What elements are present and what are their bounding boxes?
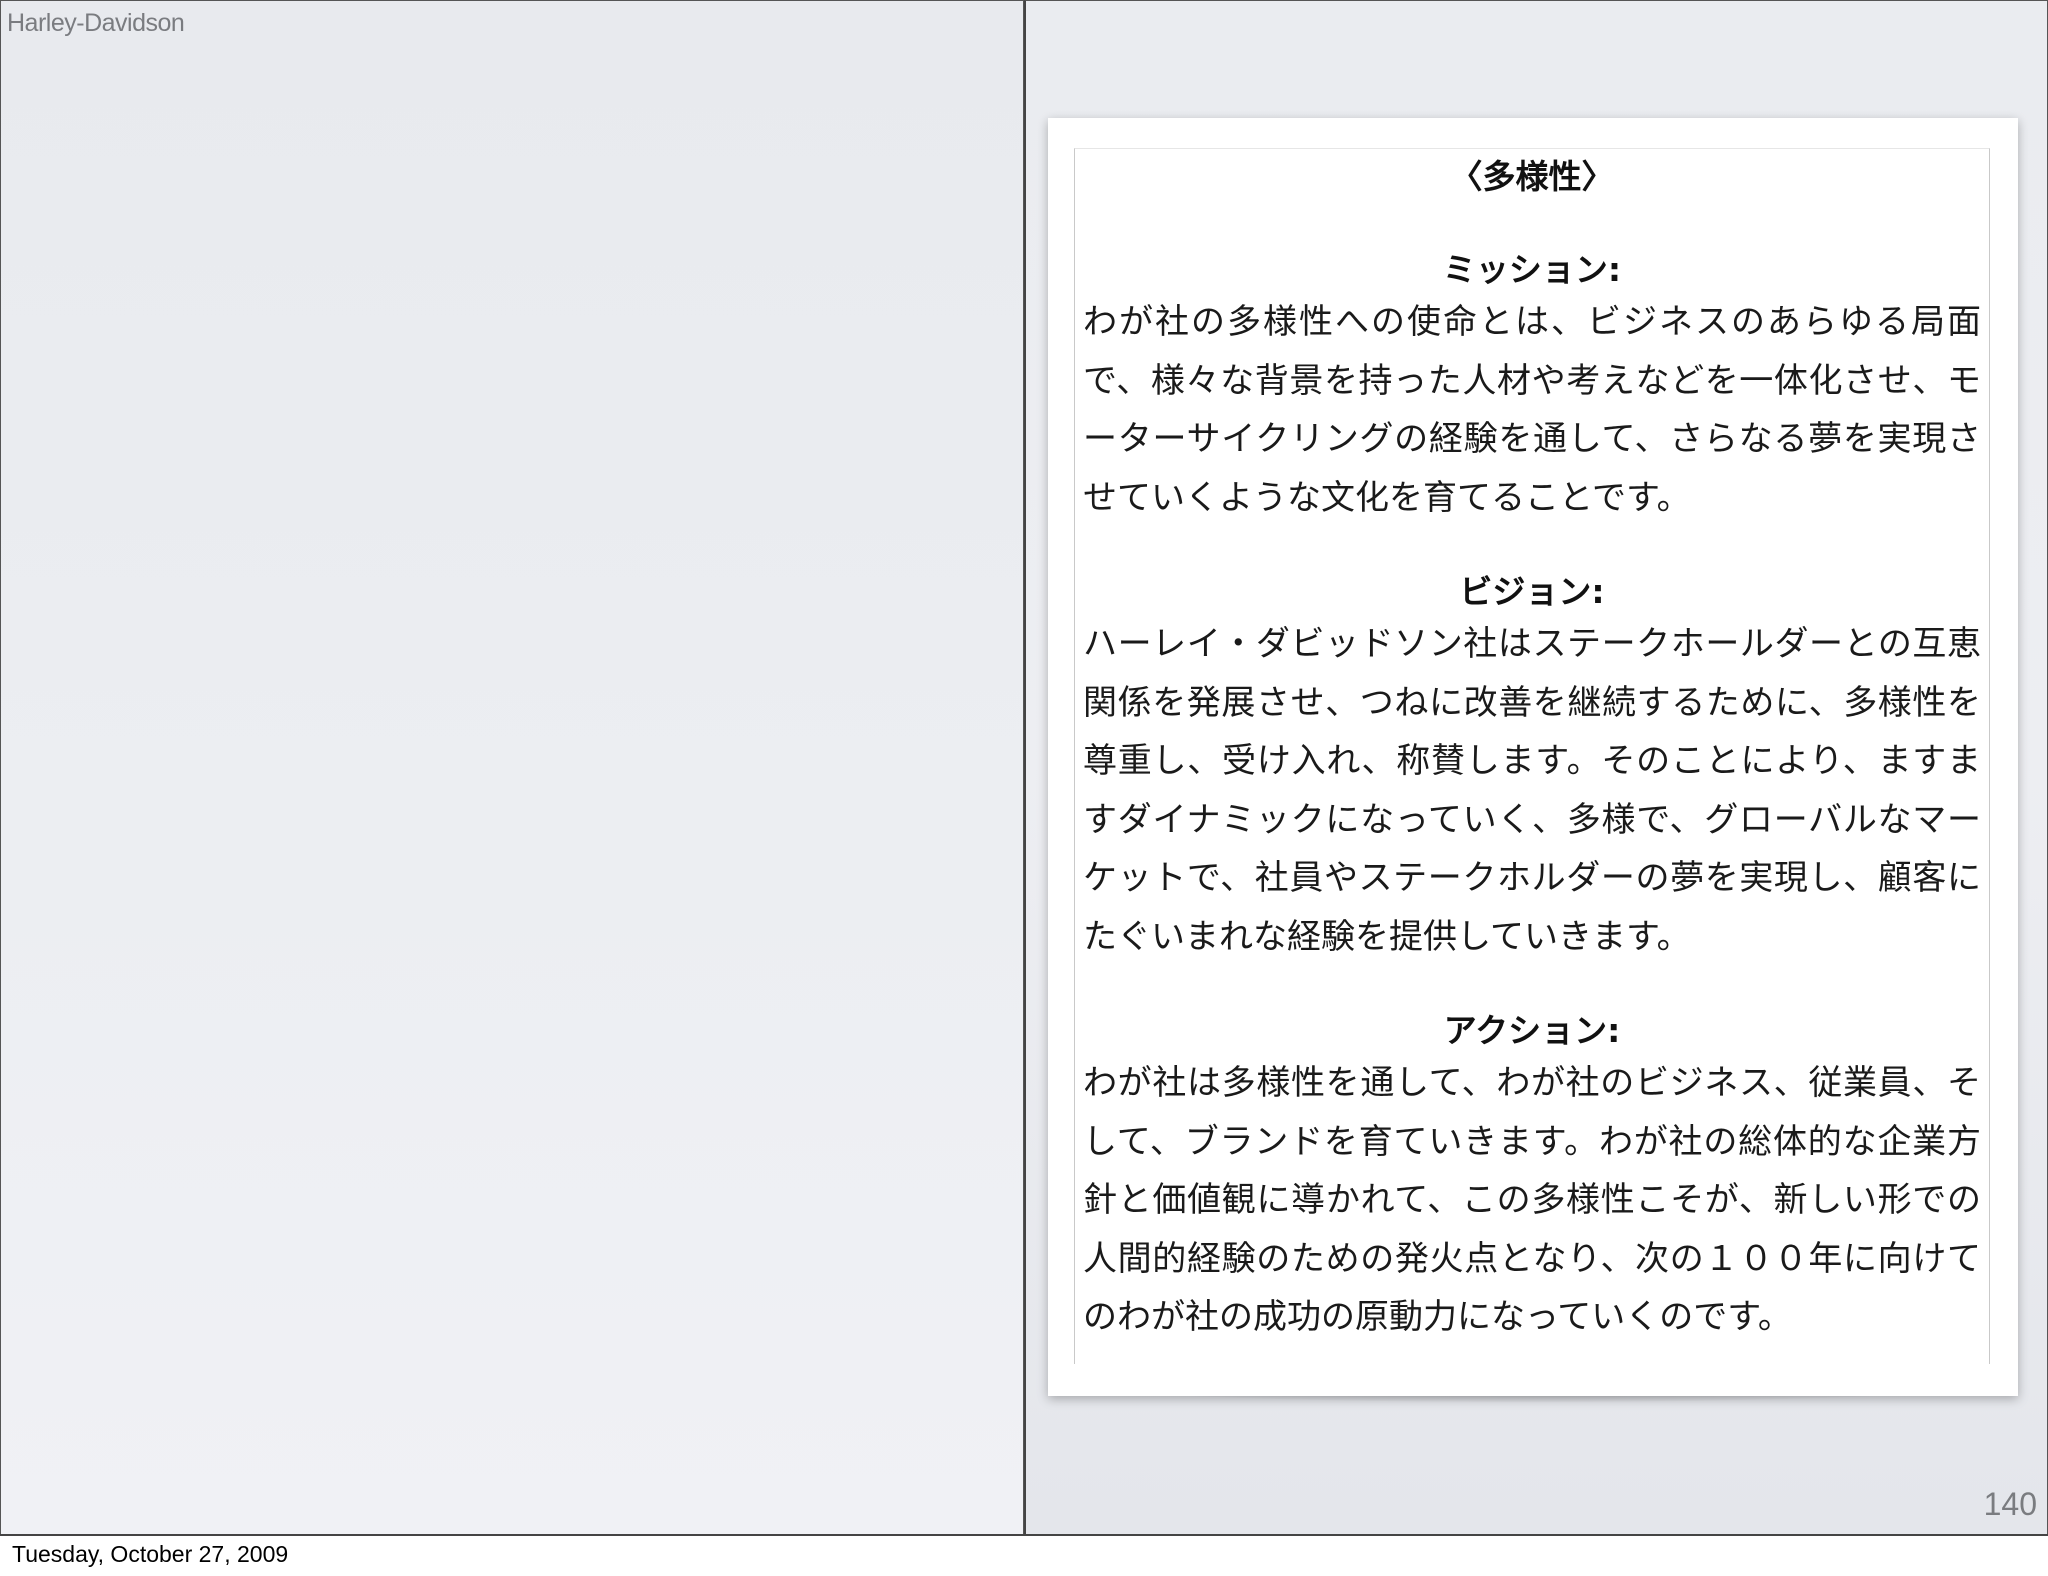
slide: Harley-Davidson 140 〈多様性〉 ミッション: わが社の多様性… <box>0 0 2048 1536</box>
section-body-action: わが社は多様性を通して、わが社のビジネス、従業員、そして、ブランドを育ていきます… <box>1083 1063 1981 1337</box>
page-number: 140 <box>1983 1486 2037 1522</box>
footer-date: Tuesday, October 27, 2009 <box>12 1541 289 1567</box>
section-heading-mission: ミッション: <box>1442 250 1622 289</box>
section-heading-action: アクション: <box>1443 1011 1621 1050</box>
section-body-vision: ハーレイ・ダビッドソン社はステークホールダーとの互恵関係を発展させ、つねに改善を… <box>1083 624 1981 957</box>
card-title: 〈多様性〉 <box>1449 157 1615 196</box>
section-heading-vision: ビジョン: <box>1459 572 1605 611</box>
document-title: Harley-Davidson <box>7 9 185 37</box>
section-body-mission: わが社の多様性への使命とは、ビジネスのあらゆる局面で、様々な背景を持った人材や考… <box>1083 302 1981 518</box>
left-panel: Harley-Davidson <box>0 0 1024 1534</box>
text-card-inner: 〈多様性〉 ミッション: わが社の多様性への使命とは、ビジネスのあらゆる局面で、… <box>1074 148 1990 1364</box>
text-card: 〈多様性〉 ミッション: わが社の多様性への使命とは、ビジネスのあらゆる局面で、… <box>1048 118 2018 1396</box>
